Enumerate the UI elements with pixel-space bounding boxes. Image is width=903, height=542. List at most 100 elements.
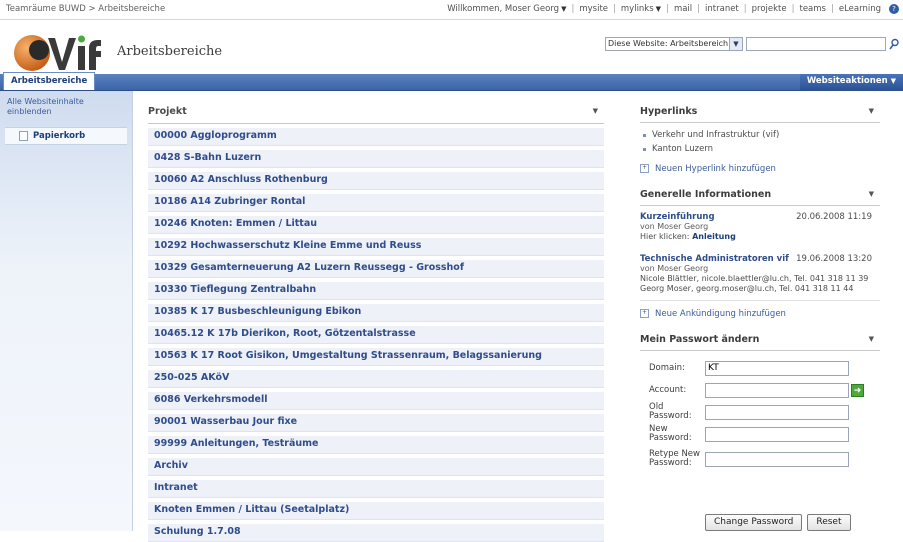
announcement-body-line: Georg Moser, georg.moser@lu.ch, Tel. 041… [640, 284, 854, 293]
bullet-icon [643, 133, 646, 137]
announcement-date: 19.06.2008 13:20 [796, 254, 872, 264]
retype-password-label: Retype New Password: [649, 449, 700, 468]
password-form: Domain: Account: ➜ Old Password: New Pas… [640, 357, 880, 473]
breadcrumb[interactable]: Teamräume BUWD > Arbeitsbereiche [6, 4, 165, 14]
page-title: Arbeitsbereiche [117, 44, 223, 59]
webpart-menu-icon[interactable]: ▼ [869, 107, 874, 115]
project-item[interactable]: 10563 K 17 Root Gisikon, Umgestaltung St… [148, 347, 604, 366]
link-elearning[interactable]: eLearning [839, 4, 881, 14]
chevron-down-icon: ▼ [729, 38, 742, 50]
chevron-down-icon: ▼ [655, 5, 662, 13]
link-intranet[interactable]: intranet [705, 4, 739, 14]
recycle-bin-icon [19, 131, 28, 141]
webpart-menu-icon[interactable]: ▼ [869, 190, 874, 198]
project-item[interactable]: 10465.12 K 17b Dierikon, Root, Götzental… [148, 325, 604, 344]
project-item[interactable]: Schulung 1.7.08 [148, 523, 604, 542]
hyperlinks-title[interactable]: Hyperlinks [640, 106, 697, 117]
general-info-title[interactable]: Generelle Informationen [640, 189, 771, 200]
add-icon: + [640, 164, 649, 173]
project-item[interactable]: 10385 K 17 Busbeschleunigung Ebikon [148, 303, 604, 322]
project-item[interactable]: 10292 Hochwasserschutz Kleine Emme und R… [148, 237, 604, 256]
change-password-button[interactable]: Change Password [705, 514, 803, 531]
separator: | [613, 4, 616, 14]
view-all-site-content-link[interactable]: Alle Websiteinhalte einblenden [7, 97, 117, 117]
project-item[interactable]: 10329 Gesamterneuerung A2 Luzern Reusseg… [148, 259, 604, 278]
webpart-menu-icon[interactable]: ▼ [869, 335, 874, 343]
project-column-header[interactable]: Projekt [148, 106, 187, 117]
new-password-label: New Password: [649, 424, 692, 443]
domain-field[interactable] [705, 360, 849, 376]
domain-row: Domain: [649, 357, 880, 379]
old-password-label: Old Password: [649, 402, 692, 421]
old-password-row: Old Password: [649, 401, 880, 423]
announcement-body-line: Nicole Blättler, nicole.blaettler@lu.ch,… [640, 274, 869, 283]
project-item[interactable]: 99999 Anleitungen, Testräume [148, 435, 604, 454]
domain-label: Domain: [649, 362, 685, 373]
project-item[interactable]: Archiv [148, 457, 604, 476]
bullet-icon [643, 147, 646, 151]
announcement-author: von Moser Georg [640, 264, 709, 273]
separator: | [697, 4, 701, 14]
link-mysite[interactable]: mysite [579, 4, 608, 14]
separator: | [666, 4, 669, 14]
project-item[interactable]: 10330 Tieflegung Zentralbahn [148, 281, 604, 300]
welcome-menu[interactable]: Willkommen, Moser Georg ▼ [447, 4, 566, 14]
link-teams[interactable]: teams [800, 4, 826, 14]
add-icon: + [640, 309, 649, 318]
mylinks-menu[interactable]: mylinks ▼ [621, 4, 661, 14]
project-item[interactable]: 250-025 AKöV [148, 369, 604, 388]
search-scope-select[interactable]: Diese Website: Arbeitsbereich ▼ [605, 37, 743, 51]
search-input[interactable] [746, 37, 886, 51]
vif-logo[interactable] [12, 24, 104, 74]
password-buttons: Change Password Reset [705, 514, 856, 531]
right-webparts: Hyperlinks ▼ Verkehr und Infrastruktur (… [640, 106, 880, 473]
recycle-bin-label: Papierkorb [33, 131, 86, 141]
new-password-row: New Password: [649, 423, 880, 445]
project-list-header: Projekt ▼ [148, 106, 604, 124]
add-hyperlink-link[interactable]: + Neuen Hyperlink hinzufügen [640, 162, 880, 175]
project-item[interactable]: 00000 Aggloprogramm [148, 127, 604, 146]
chevron-down-icon: ▼ [890, 77, 896, 85]
reset-button[interactable]: Reset [807, 514, 851, 531]
separator: | [791, 4, 795, 14]
chevron-down-icon: ▼ [561, 5, 567, 13]
hyperlinks-list: Verkehr und Infrastruktur (vif) Kanton L… [640, 128, 880, 156]
retype-password-field[interactable] [705, 451, 849, 467]
project-item[interactable]: Intranet [148, 479, 604, 498]
hyperlink-item[interactable]: Verkehr und Infrastruktur (vif) [640, 128, 880, 142]
webpart-menu-icon[interactable]: ▼ [593, 107, 598, 115]
add-announcement-link[interactable]: + Neue Ankündigung hinzufügen [640, 307, 880, 320]
link-projekte[interactable]: projekte [752, 4, 787, 14]
top-navigation: Arbeitsbereiche Websiteaktionen ▼ [0, 72, 903, 91]
anleitung-link[interactable]: Anleitung [692, 232, 736, 241]
divider [640, 300, 880, 301]
quick-launch: Alle Websiteinhalte einblenden Papierkor… [0, 91, 133, 531]
project-item[interactable]: 10246 Knoten: Emmen / Littau [148, 215, 604, 234]
project-item[interactable]: 6086 Verkehrsmodell [148, 391, 604, 410]
password-header: Mein Passwort ändern ▼ [640, 334, 880, 351]
arrow-right-icon[interactable]: ➜ [851, 383, 864, 397]
account-row: Account: ➜ [649, 379, 880, 401]
site-actions-menu[interactable]: Websiteaktionen ▼ [799, 74, 903, 90]
announcement-date: 20.06.2008 11:19 [796, 212, 872, 222]
search-icon[interactable] [889, 38, 899, 50]
separator: | [571, 4, 575, 14]
project-item[interactable]: 10060 A2 Anschluss Rothenburg [148, 171, 604, 190]
account-field[interactable] [705, 382, 849, 398]
hyperlinks-header: Hyperlinks ▼ [640, 106, 880, 123]
project-list-webpart: Projekt ▼ 00000 Aggloprogramm 0428 S-Bah… [148, 106, 604, 542]
tab-arbeitsbereiche[interactable]: Arbeitsbereiche [3, 72, 96, 90]
project-item[interactable]: 90001 Wasserbau Jour fixe [148, 413, 604, 432]
project-item[interactable]: 0428 S-Bahn Luzern [148, 149, 604, 168]
help-icon[interactable]: ? [889, 4, 899, 14]
password-title[interactable]: Mein Passwort ändern [640, 334, 759, 345]
link-mail[interactable]: mail [674, 4, 692, 14]
project-item[interactable]: Knoten Emmen / Littau (Seetalplatz) [148, 501, 604, 520]
hyperlink-item[interactable]: Kanton Luzern [640, 142, 880, 156]
project-item[interactable]: 10186 A14 Zubringer Rontal [148, 193, 604, 212]
old-password-field[interactable] [705, 404, 849, 420]
announcement-body: Hier klicken: Anleitung [640, 232, 736, 241]
global-links: Willkommen, Moser Georg ▼ | mysite | myli… [447, 4, 899, 14]
new-password-field[interactable] [705, 426, 849, 442]
recycle-bin-link[interactable]: Papierkorb [5, 127, 127, 145]
